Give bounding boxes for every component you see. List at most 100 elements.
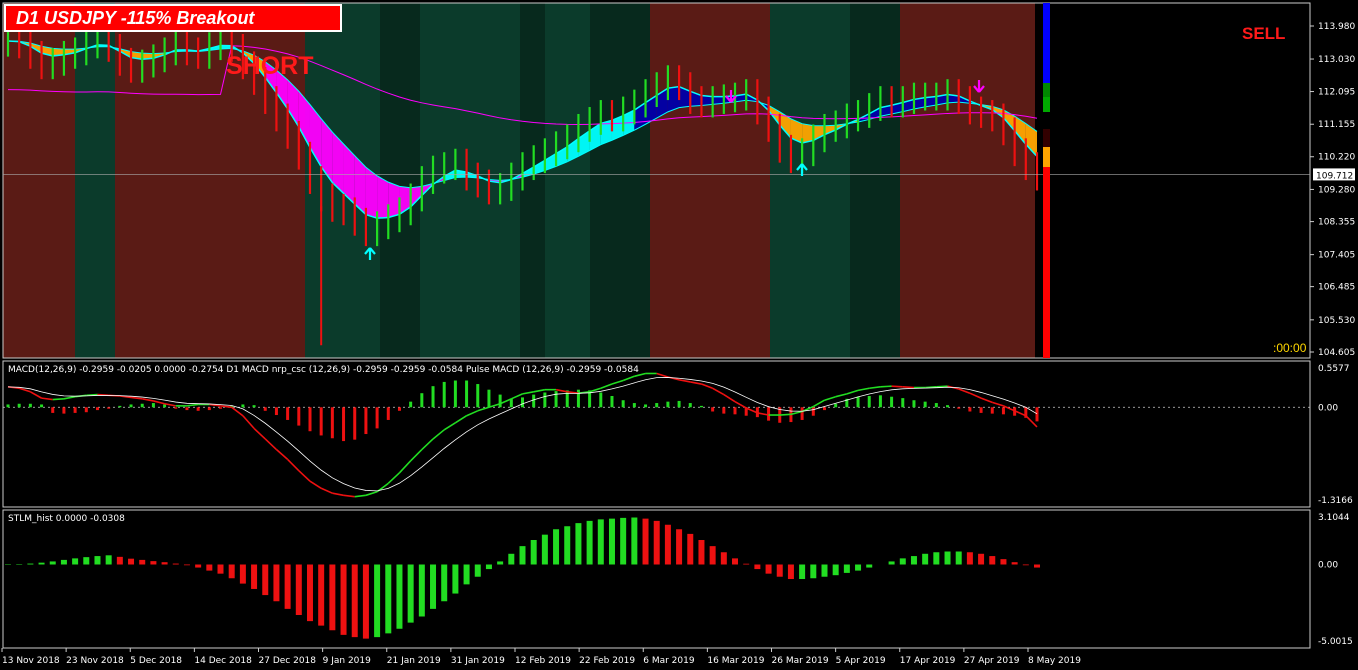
macd-line-segment [880, 385, 892, 388]
macd-line-segment [488, 402, 501, 409]
panel-frame-1 [2, 360, 1311, 508]
price-tick-label: 111.155 [1318, 120, 1355, 130]
price-tick-label: 113.030 [1318, 55, 1355, 65]
strength-bar-segment [1043, 3, 1050, 83]
market-zone-9 [590, 3, 650, 358]
price-tick-label: 109.280 [1318, 185, 1355, 195]
macd-line-segment [332, 492, 344, 497]
macd-line-segment [1003, 405, 1015, 412]
macd-line-segment [477, 406, 490, 412]
macd-line-segment [980, 397, 993, 404]
macd-line-segment [142, 398, 154, 402]
macd-line-segment [387, 472, 401, 484]
price-tick-label: 105.530 [1318, 316, 1355, 326]
macd-line-segment [398, 460, 412, 474]
macd-tick-label: 0.5577 [1318, 364, 1350, 374]
stlm-tick-label: -5.0015 [1318, 637, 1353, 647]
time-tick-label: 27 Apr 2019 [964, 656, 1020, 666]
macd-line-segment [153, 400, 165, 405]
macd-line-segment [779, 413, 791, 416]
time-tick-label: 23 Nov 2018 [66, 656, 124, 666]
macd-line-segment [1025, 415, 1038, 428]
macd-line-segment [611, 379, 624, 385]
time-tick-label: 5 Dec 2018 [130, 656, 182, 666]
macd-line-segment [220, 405, 232, 409]
macd-tick-label: -1.3166 [1318, 496, 1353, 506]
stlm-tick-label: 0.00 [1318, 560, 1338, 570]
short-signal-label: SHORT [226, 52, 314, 80]
chart-canvas: 109.712 113.980 113.030 112.095 111.155 110.2… [1, 2, 1355, 666]
macd-line-segment [287, 458, 300, 472]
macd-line-segment [343, 494, 355, 498]
macd-line-segment [1014, 410, 1027, 417]
macd-line-segment [846, 389, 859, 395]
macd-line-segment [186, 403, 199, 407]
sell-signal-label: SELL [1242, 24, 1286, 43]
time-tick-label: 26 Mar 2019 [772, 656, 829, 666]
time-tick-label: 16 Mar 2019 [707, 656, 764, 666]
macd-line-segment [969, 392, 982, 399]
macd-line-segment [712, 387, 725, 396]
macd-line-segment [678, 379, 691, 383]
macd-line-segment [734, 400, 747, 409]
macd-line-segment [757, 412, 769, 416]
macd-line-segment [835, 393, 848, 398]
macd-line-segment [600, 383, 613, 390]
macd-line-segment [253, 427, 266, 440]
macd-line-segment [164, 402, 176, 407]
time-tick-label: 5 Apr 2019 [836, 656, 886, 666]
market-zone-13 [900, 3, 1035, 358]
macd-line-segment [555, 388, 568, 393]
current-price-value: 109.712 [1316, 171, 1353, 181]
macd-line-segment [622, 375, 635, 382]
ribbon-segment [388, 182, 400, 218]
macd-line-segment [902, 386, 915, 389]
price-tick-label: 112.095 [1318, 88, 1355, 98]
macd-line-segment [891, 385, 903, 388]
time-tick-label: 8 May 2019 [1028, 656, 1081, 666]
macd-tick-label: 0.00 [1318, 403, 1338, 413]
strength-bar-segment [1043, 147, 1050, 167]
time-tick-label: 12 Feb 2019 [515, 656, 571, 666]
macd-line-segment [443, 422, 456, 431]
macd-line-segment [936, 385, 948, 388]
macd-line-segment [275, 448, 289, 460]
macd-line-segment [454, 415, 468, 424]
time-tick-label: 27 Dec 2018 [259, 656, 317, 666]
macd-line-segment [264, 438, 277, 451]
time-tick-label: 31 Jan 2019 [451, 656, 505, 666]
time-tick-label: 14 Dec 2018 [194, 656, 252, 666]
macd-line-segment [432, 429, 445, 440]
candle-timer: :00:00 [1273, 341, 1307, 355]
time-tick-label: 21 Jan 2019 [387, 656, 441, 666]
time-tick-label: 17 Apr 2019 [900, 656, 956, 666]
stlm-tick-label: 3.1044 [1318, 513, 1350, 523]
macd-line-segment [824, 395, 836, 401]
price-tick-label: 113.980 [1318, 22, 1355, 32]
macd-line-segment [410, 448, 423, 462]
macd-line-segment [723, 393, 736, 403]
macd-line-segment [63, 395, 76, 400]
market-zone-10 [650, 3, 770, 358]
macd-line-segment [510, 393, 523, 400]
macd-line-segment [298, 470, 311, 482]
macd-line-segment [857, 387, 870, 392]
strength-bar-segment [1043, 129, 1050, 147]
macd-legend: MACD(12,26,9) -0.2959 -0.0205 0.0000 -0.… [8, 365, 639, 375]
market-zone-7 [520, 3, 545, 358]
macd-line-segment [130, 396, 143, 400]
macd-line-segment [690, 381, 702, 385]
macd-line-segment [533, 388, 546, 393]
macd-line-segment [745, 407, 758, 414]
macd-line-segment [499, 398, 512, 405]
stlm-legend: STLM_hist 0.0000 -0.0308 [8, 514, 125, 524]
time-tick-label: 13 Nov 2018 [2, 656, 60, 666]
time-tick-label: 6 Mar 2019 [643, 656, 695, 666]
macd-line-segment [41, 397, 53, 401]
macd-line-segment [421, 438, 434, 451]
macd-line-segment [29, 391, 42, 399]
macd-line-segment [242, 415, 255, 429]
price-tick-label: 108.355 [1318, 218, 1355, 228]
chart-title: D1 USDJPY -115% Breakout [4, 4, 342, 32]
macd-line-segment [869, 386, 881, 390]
